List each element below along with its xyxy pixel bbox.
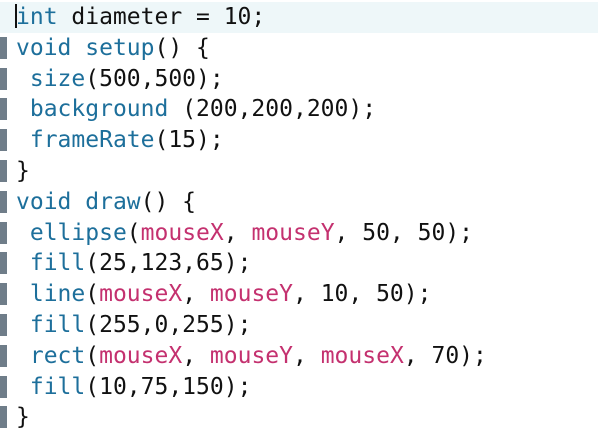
code-token-pl: ( <box>85 342 100 369</box>
code-line[interactable]: fill(10,75,150); <box>0 372 598 403</box>
code-line-text: size(500,500); <box>16 64 224 95</box>
code-token-fn: ellipse <box>29 219 127 246</box>
code-token-pl: (200,200,200); <box>168 96 377 123</box>
code-token-pl: (10,75,150); <box>85 373 252 400</box>
code-token-kw: void <box>16 34 72 61</box>
code-line[interactable]: frameRate(15); <box>0 125 598 156</box>
code-token-var: mouseX <box>320 342 404 369</box>
text-caret <box>15 4 17 28</box>
code-line-text: line(mouseX, mouseY, 10, 50); <box>16 279 432 310</box>
code-token-fn: fill <box>29 311 86 338</box>
code-token-pl: } <box>16 404 30 431</box>
code-line[interactable]: line(mouseX, mouseY, 10, 50); <box>0 279 598 310</box>
code-token-pl: , 50, 50); <box>334 219 474 246</box>
code-token-fn: draw <box>85 188 141 215</box>
code-line[interactable]: void setup() { <box>0 33 598 64</box>
code-token-var: mouseX <box>140 219 224 246</box>
code-token-var: mouseX <box>99 342 183 369</box>
code-line-text: ellipse(mouseX, mouseY, 50, 50); <box>16 218 473 249</box>
code-token-pl: (255,0,255); <box>85 311 252 338</box>
code-line[interactable]: void draw() { <box>0 187 598 218</box>
code-line[interactable]: } <box>0 402 598 433</box>
code-token-fn: fill <box>29 250 86 277</box>
code-token-pl: () { <box>140 188 197 215</box>
code-token-fn: line <box>29 281 86 308</box>
code-token-var: mouseY <box>209 342 293 369</box>
code-line-text: void draw() { <box>16 187 196 218</box>
code-token-pl: , <box>182 342 210 369</box>
code-line[interactable]: } <box>0 156 598 187</box>
code-token-pl: ( <box>126 219 141 246</box>
code-line[interactable]: ellipse(mouseX, mouseY, 50, 50); <box>0 218 598 249</box>
code-line[interactable]: int diameter = 10; <box>0 2 598 33</box>
code-line-text: } <box>16 402 30 433</box>
code-token-pl: , <box>293 342 321 369</box>
code-line-text: frameRate(15); <box>16 125 224 156</box>
code-token-pl: , <box>182 281 210 308</box>
code-token-kw: void <box>16 188 72 215</box>
code-line[interactable]: background (200,200,200); <box>0 94 598 125</box>
code-token-var: mouseY <box>209 281 293 308</box>
code-token-pl: (500,500); <box>85 65 224 92</box>
code-token-fn: setup <box>85 34 155 61</box>
code-token-pl: (15); <box>154 127 224 154</box>
code-token-pl: } <box>16 157 30 184</box>
code-token-fn: background <box>29 96 169 123</box>
code-line-text: } <box>16 156 30 187</box>
code-token-fn: fill <box>29 373 86 400</box>
code-token-pl: ( <box>85 281 100 308</box>
code-line-text: void setup() { <box>16 33 210 64</box>
code-area[interactable]: int diameter = 10; void setup() { size(50… <box>0 2 598 433</box>
code-line-text: fill(25,123,65); <box>16 248 252 279</box>
code-token-var: mouseX <box>99 281 183 308</box>
code-line[interactable]: fill(25,123,65); <box>0 248 598 279</box>
code-token-pl: diameter = 10; <box>57 4 266 30</box>
code-token-pl: , 70); <box>403 342 487 369</box>
code-editor[interactable]: int diameter = 10; void setup() { size(50… <box>0 0 598 446</box>
code-token-var: mouseY <box>251 219 335 246</box>
code-line[interactable]: fill(255,0,255); <box>0 310 598 341</box>
code-token-pl: , 10, 50); <box>293 281 432 308</box>
code-token-pl: , <box>223 219 252 246</box>
code-token-pl: (25,123,65); <box>85 250 252 277</box>
code-line-text: int diameter = 10; <box>16 2 265 33</box>
code-token-fn: size <box>29 65 86 92</box>
code-line-text: fill(255,0,255); <box>16 310 252 341</box>
code-line-text: fill(10,75,150); <box>16 372 252 403</box>
code-token-kw: int <box>16 4 58 30</box>
code-line-text: background (200,200,200); <box>16 94 376 125</box>
code-token-fn: frameRate <box>29 127 155 154</box>
code-line[interactable]: rect(mouseX, mouseY, mouseX, 70); <box>0 341 598 372</box>
code-token-fn: rect <box>29 342 86 369</box>
code-token-pl: () { <box>154 34 210 61</box>
code-line-text: rect(mouseX, mouseY, mouseX, 70); <box>16 341 487 372</box>
code-line[interactable]: size(500,500); <box>0 64 598 95</box>
